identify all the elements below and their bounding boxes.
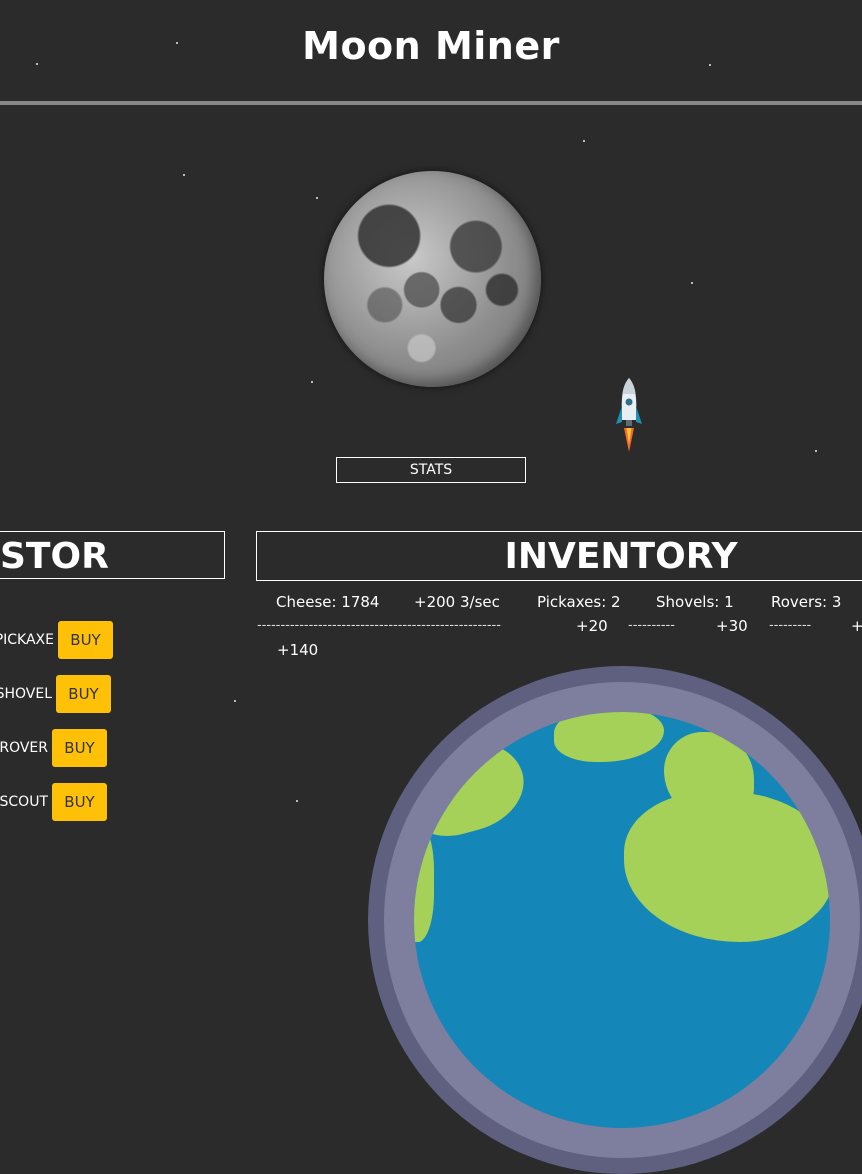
star (296, 800, 298, 802)
landmass-north (554, 712, 664, 762)
pickaxe-bonus: +20 (576, 617, 608, 635)
buy-shovel-button[interactable]: BUY (56, 675, 111, 713)
page-title: Moon Miner (302, 24, 560, 68)
star (316, 197, 318, 199)
star (691, 282, 693, 284)
buy-rover-button[interactable]: BUY (52, 729, 107, 767)
star (234, 700, 236, 702)
store-item-scout: SCOUT: BUY (0, 783, 107, 821)
moon-image[interactable] (324, 171, 541, 387)
header-divider (0, 101, 862, 105)
store-item-label: PICKAXE: (0, 632, 54, 648)
store-item-shovel: SHOVEL: BUY (0, 675, 111, 713)
store-title: STORE (0, 536, 110, 577)
land-west (414, 822, 434, 942)
rover-bonus: +140 (277, 641, 319, 659)
star (183, 174, 185, 176)
store-item-label: SHOVEL: (0, 686, 52, 702)
cheese-count: Cheese: 1784 (276, 593, 380, 611)
cheese-rate: +200 3/sec (414, 593, 500, 611)
overflow-plus: + (851, 617, 862, 635)
store-item-label: SCOUT: (0, 794, 48, 810)
shovel-bonus: +30 (716, 617, 748, 635)
rovers-count: Rovers: 3 (771, 593, 842, 611)
stats-button[interactable]: STATS (336, 457, 526, 483)
inventory-title: INVENTORY (504, 536, 738, 577)
earth-ocean (414, 712, 830, 1128)
star (311, 381, 313, 383)
star (815, 450, 817, 452)
star (583, 140, 585, 142)
pickaxes-count: Pickaxes: 2 (537, 593, 621, 611)
earth-image[interactable] (368, 666, 862, 1174)
rocket-icon (616, 378, 642, 452)
store-item-pickaxe: PICKAXE: BUY (0, 621, 113, 659)
store-item-label: ROVER: (0, 740, 48, 756)
buy-scout-button[interactable]: BUY (52, 783, 107, 821)
buy-pickaxe-button[interactable]: BUY (58, 621, 113, 659)
europe-land (624, 792, 830, 942)
store-item-rover: ROVER: BUY (0, 729, 107, 767)
shovels-count: Shovels: 1 (656, 593, 734, 611)
dash-separator: ----------------------------------------… (257, 618, 501, 633)
greenland-land (414, 728, 534, 846)
dash-separator: --------- (769, 618, 812, 633)
dash-separator: ---------- (628, 618, 675, 633)
